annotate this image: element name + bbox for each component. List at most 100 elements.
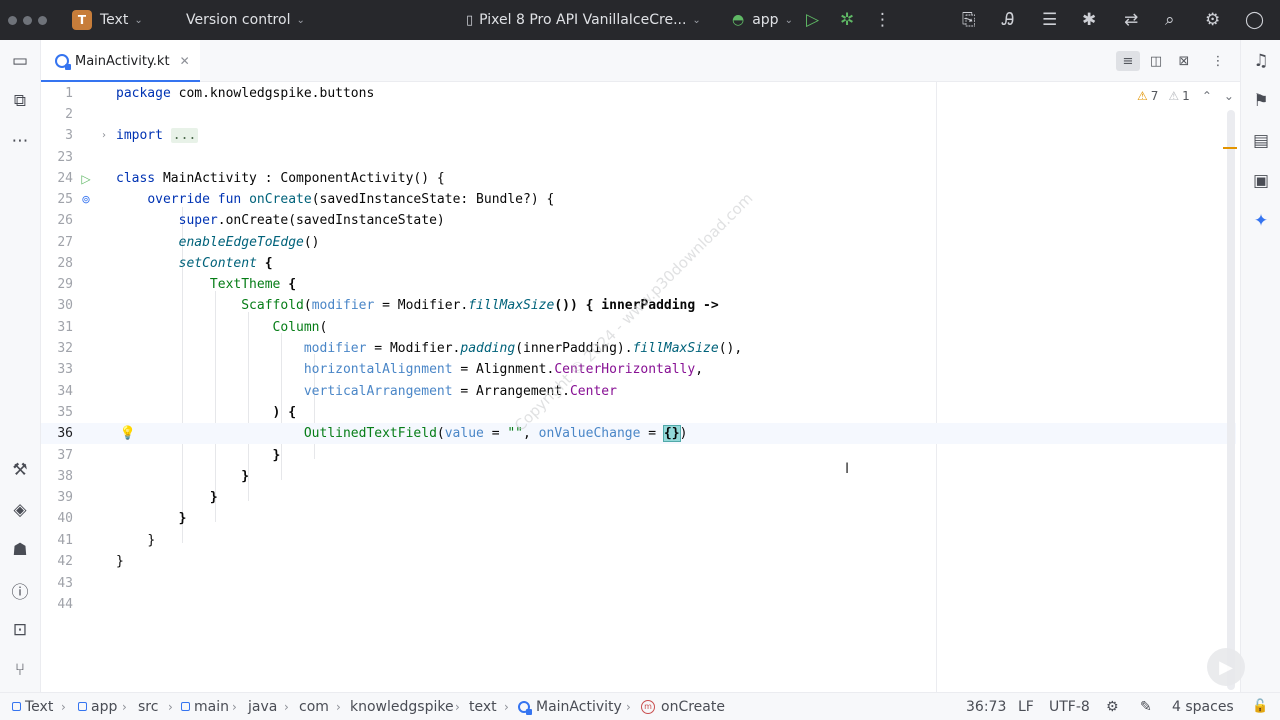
gemini-icon[interactable]: ✦ — [1241, 206, 1280, 236]
warning-icon: ⚠ — [1137, 89, 1148, 103]
git-icon[interactable]: ⑂ — [0, 655, 40, 685]
project-badge: T — [72, 10, 92, 30]
file-encoding[interactable]: UTF-8 — [1049, 693, 1090, 720]
run-config-selector[interactable]: ◓ app ⌄ — [732, 0, 793, 40]
code-line: 2 — [41, 104, 1236, 125]
code-token: = Modifier. — [374, 298, 469, 313]
breadcrumb-item[interactable]: com — [299, 693, 329, 720]
code-token: modifier — [311, 298, 375, 313]
breadcrumb-separator: › — [504, 699, 509, 714]
app-inspection-icon[interactable]: ⇄ — [1124, 0, 1150, 40]
breadcrumb-item[interactable]: m onCreate — [641, 693, 725, 720]
chevron-down-icon: ⌄ — [134, 14, 143, 26]
debug-icon[interactable]: ✲ — [840, 0, 866, 40]
android-icon[interactable]: ☗ — [0, 535, 40, 565]
line-number: 36 — [57, 426, 73, 441]
code-token: } — [272, 448, 281, 463]
code-token: { — [280, 277, 297, 292]
folded-imports[interactable]: ... — [170, 128, 199, 143]
terminal-icon[interactable]: ⊡ — [0, 615, 40, 645]
code-token: Scaffold — [241, 298, 304, 313]
account-icon[interactable]: ◯ — [1245, 0, 1271, 40]
run-icon[interactable]: ▷ — [806, 0, 832, 40]
notifications-icon[interactable]: ♫ — [1241, 46, 1280, 76]
more-actions-icon[interactable]: ⋮ — [874, 0, 900, 40]
gradle-icon[interactable]: ⚑ — [1241, 86, 1280, 116]
code-line: 35 ) { — [41, 402, 1236, 423]
vcs-selector[interactable]: Version control ⌄ — [186, 0, 305, 40]
breadcrumb-item[interactable]: app — [78, 693, 117, 720]
code-token: = Alignment. — [452, 362, 555, 377]
running-devices-icon[interactable]: ▣ — [1241, 166, 1280, 196]
breadcrumb-separator: › — [232, 699, 237, 714]
line-number: 3 — [65, 128, 73, 143]
breadcrumb-item[interactable]: main — [181, 693, 229, 720]
device-icon: ▯ — [466, 12, 474, 28]
vertical-scrollbar[interactable] — [1227, 110, 1235, 690]
chevron-down-icon: ⌄ — [296, 14, 305, 26]
window-menu-dots[interactable] — [8, 0, 47, 40]
play-overlay-icon[interactable]: ▶ — [1207, 648, 1245, 686]
status-bar: Text › app › src › main › java › com › k… — [0, 692, 1280, 720]
breadcrumb-item[interactable]: MainActivity — [518, 693, 622, 720]
build-icon[interactable]: ⚒ — [0, 455, 40, 485]
code-line-current: 36 💡 OutlinedTextField(value = "", onVal… — [41, 423, 1236, 444]
design-view-icon[interactable]: ⊠ — [1172, 51, 1196, 71]
breadcrumb-item[interactable]: text — [469, 693, 497, 720]
code-view-icon[interactable]: ≡ — [1116, 51, 1140, 71]
close-icon[interactable]: ✕ — [180, 54, 190, 68]
fold-expand-icon[interactable]: › — [97, 125, 111, 146]
resource-manager-icon[interactable]: ⧉ — [0, 86, 40, 116]
breadcrumb-item[interactable]: java — [248, 693, 277, 720]
settings-icon[interactable]: ⚙ — [1106, 693, 1119, 720]
more-tools-icon[interactable]: ⋯ — [0, 126, 40, 156]
chevron-down-icon[interactable]: ⌄ — [1224, 89, 1234, 103]
code-token: horizontalAlignment — [303, 362, 453, 377]
line-number: 29 — [57, 277, 73, 292]
line-separator[interactable]: LF — [1018, 693, 1034, 720]
device-manager-icon[interactable]: ⎘ — [962, 0, 988, 40]
code-token: (), — [718, 341, 743, 356]
breadcrumb-item[interactable]: src — [138, 693, 158, 720]
lock-icon[interactable]: 🔓 — [1252, 693, 1268, 720]
chevron-up-icon[interactable]: ⌃ — [1202, 89, 1212, 103]
class-icon — [518, 700, 532, 715]
folder-icon[interactable]: ▭ — [0, 46, 40, 76]
breadcrumb-item[interactable]: knowledgspike — [350, 693, 454, 720]
code-line: 39 } — [41, 487, 1236, 508]
code-token: { — [256, 256, 273, 271]
device-selector[interactable]: ▯ Pixel 8 Pro API VanillaIceCre... ⌄ — [466, 0, 701, 40]
gear-icon[interactable]: ⚙ — [1205, 0, 1231, 40]
tab-options-icon[interactable]: ⋮ — [1206, 51, 1230, 71]
code-token: Column — [272, 320, 320, 335]
inspection-widget[interactable]: ⚠ 7 ⚠ 1 ⌃ ⌄ — [1137, 88, 1234, 104]
left-tool-strip: ▭ ⧉ ⋯ ⚒ ◈ ☗ ⓘ ⊡ ⑂ — [0, 40, 41, 692]
ai-assist-icon[interactable]: ✎ — [1140, 693, 1152, 720]
device-file-icon[interactable]: ▤ — [1241, 126, 1280, 156]
code-editor[interactable]: 1 package com.knowledgspike.buttons 2 3 … — [41, 82, 1245, 692]
project-selector[interactable]: T Text ⌄ — [72, 0, 143, 40]
split-view-icon[interactable]: ◫ — [1144, 51, 1168, 71]
logcat-icon[interactable]: ☰ — [1042, 0, 1068, 40]
breadcrumb-separator: › — [626, 699, 631, 714]
translate-icon[interactable]: Ꭿ — [1002, 0, 1028, 40]
warning-stripe-marker[interactable] — [1223, 147, 1237, 149]
code-line: 25 ⊚ override fun onCreate(savedInstance… — [41, 189, 1236, 210]
tab-main-activity[interactable]: MainActivity.kt ✕ — [41, 40, 200, 83]
bug-icon[interactable]: ✱ — [1082, 0, 1108, 40]
run-gutter-icon[interactable]: ▷ — [79, 168, 93, 189]
code-token: value — [444, 426, 484, 441]
caret-position[interactable]: 36:73 — [966, 693, 1006, 720]
line-number: 39 — [57, 490, 73, 505]
code-token: ( — [319, 320, 328, 335]
code-token: {} — [662, 425, 681, 442]
indent-setting[interactable]: 4 spaces — [1172, 693, 1234, 720]
line-number: 23 — [57, 150, 73, 165]
gem-icon[interactable]: ◈ — [0, 495, 40, 525]
problems-icon[interactable]: ⓘ — [0, 575, 40, 605]
breadcrumb-item[interactable]: Text — [12, 693, 53, 720]
code-line: 44 — [41, 594, 1236, 615]
code-line: 32 modifier = Modifier.padding(innerPadd… — [41, 338, 1236, 359]
search-icon[interactable]: ⌕ — [1165, 0, 1191, 40]
override-gutter-icon[interactable]: ⊚ — [79, 189, 93, 210]
